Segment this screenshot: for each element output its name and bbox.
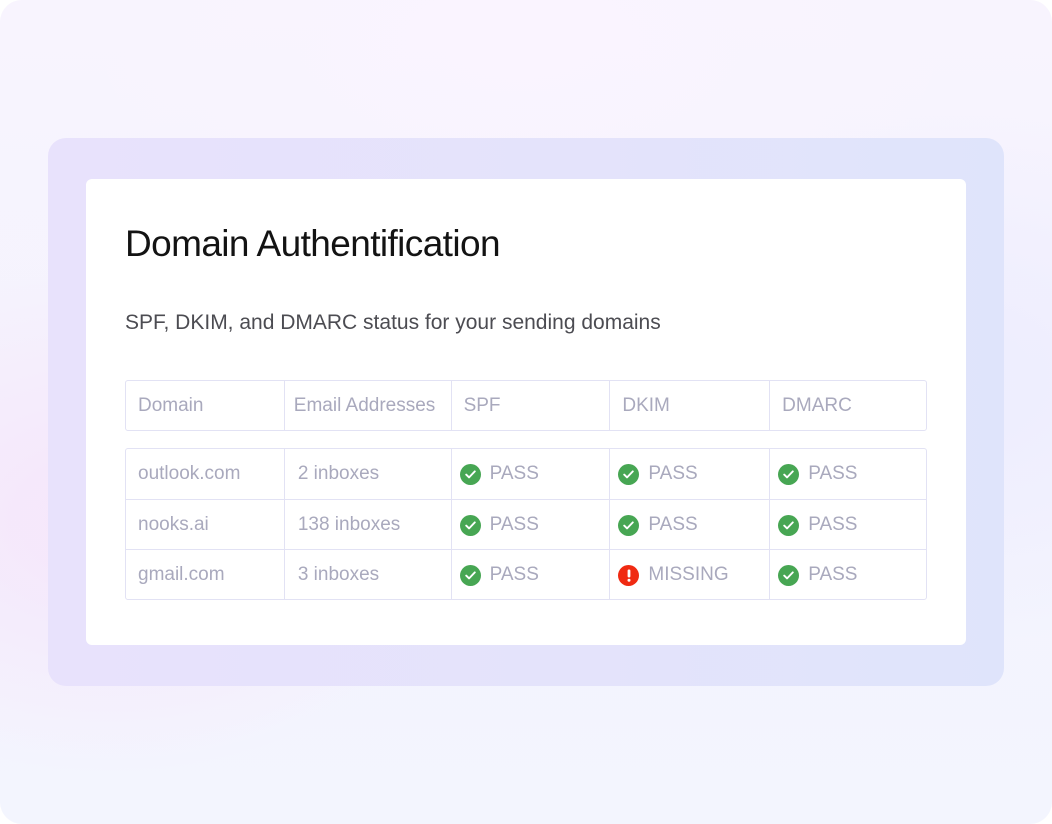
check-circle-icon — [459, 514, 481, 536]
dmarc-status-cell: PASS — [769, 550, 926, 600]
spf-status-label: PASS — [489, 564, 539, 585]
dkim-status-cell: PASS — [609, 500, 769, 550]
spf-status-label: PASS — [489, 514, 539, 535]
dmarc-status-label: PASS — [808, 514, 858, 535]
domain-cell: outlook.com — [138, 463, 241, 484]
dkim-status-cell: PASS — [609, 449, 769, 499]
header-domain: Domain — [138, 394, 204, 416]
table-header: Domain Email Addresses SPF DKIM DMARC — [125, 380, 927, 431]
check-circle-icon — [618, 463, 640, 485]
dmarc-status-cell: PASS — [769, 500, 926, 550]
spf-status-cell: PASS — [450, 500, 610, 550]
check-circle-icon — [778, 463, 800, 485]
dmarc-status-label: PASS — [808, 463, 858, 484]
email-count-cell: 3 inboxes — [283, 550, 451, 600]
table-body: outlook.com 2 inboxes PASS PASS PASS noo… — [125, 448, 927, 600]
spf-status-label: PASS — [489, 463, 539, 484]
page-title: Domain Authentification — [125, 223, 501, 264]
table-row: outlook.com 2 inboxes PASS PASS PASS — [126, 449, 926, 499]
domain-cell: nooks.ai — [138, 514, 209, 535]
header-spf: SPF — [450, 381, 610, 430]
check-circle-icon — [618, 514, 640, 536]
spf-status-cell: PASS — [450, 550, 610, 600]
domain-cell: gmail.com — [138, 564, 225, 585]
check-circle-icon — [778, 564, 800, 586]
dmarc-status-cell: PASS — [769, 449, 926, 499]
check-circle-icon — [459, 463, 481, 485]
header-dmarc: DMARC — [769, 381, 926, 430]
header-dkim: DKIM — [609, 381, 769, 430]
dkim-status-label: MISSING — [648, 564, 729, 585]
spf-status-cell: PASS — [450, 449, 610, 499]
exclamation-circle-icon — [618, 564, 640, 586]
dkim-status-label: PASS — [648, 463, 698, 484]
header-email-addresses: Email Addresses — [283, 381, 451, 430]
email-count-cell: 2 inboxes — [283, 449, 451, 499]
table-row: nooks.ai 138 inboxes PASS PASS PASS — [126, 499, 926, 550]
table-row: gmail.com 3 inboxes PASS MISSING PASS — [126, 549, 926, 600]
check-circle-icon — [459, 564, 481, 586]
email-count-cell: 138 inboxes — [283, 500, 451, 550]
check-circle-icon — [778, 514, 800, 536]
dkim-status-cell: MISSING — [609, 550, 769, 600]
dkim-status-label: PASS — [648, 514, 698, 535]
page-subtitle: SPF, DKIM, and DMARC status for your sen… — [125, 311, 661, 334]
domain-auth-card: Domain Authentification SPF, DKIM, and D… — [86, 179, 966, 645]
dmarc-status-label: PASS — [808, 564, 858, 585]
